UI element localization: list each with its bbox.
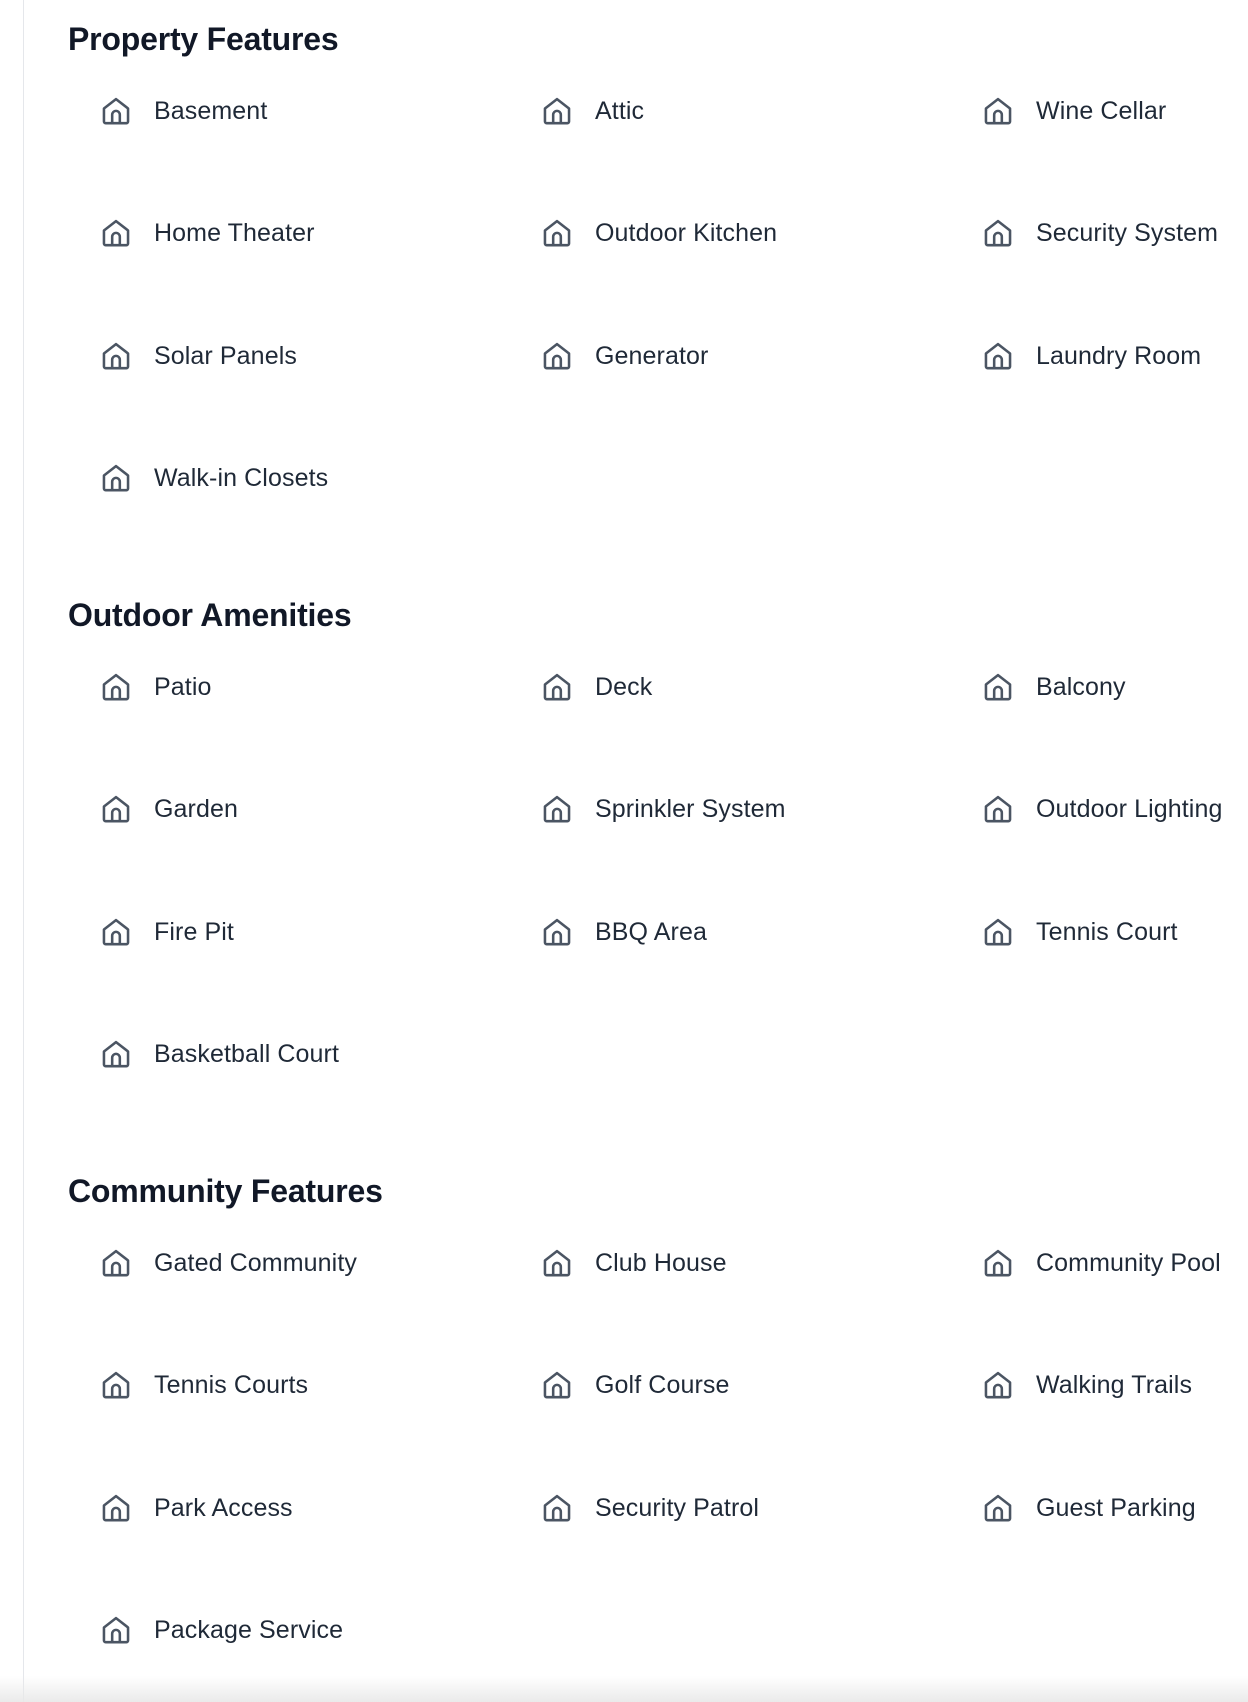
feature-label: Guest Parking [1036,1494,1196,1522]
home-icon [98,1490,134,1526]
home-icon [98,914,134,950]
home-icon [98,1612,134,1648]
home-icon [980,914,1016,950]
home-icon [98,791,134,827]
feature-label: Patio [154,673,212,701]
feature-label: Tennis Court [1036,918,1178,946]
feature-label: Community Pool [1036,1249,1221,1277]
feature-label: Security Patrol [595,1494,760,1522]
feature-item-laundry-room: Laundry Room [980,336,1201,376]
features-page: Property Features Basement Attic Wine Cell… [0,0,1248,1702]
feature-label: Security System [1036,219,1219,247]
feature-item-outdoor-lighting: Outdoor Lighting [980,789,1222,829]
feature-label: Basement [154,97,268,125]
feature-label: Fire Pit [154,918,234,946]
feature-label: Deck [595,673,653,701]
home-icon [980,93,1016,129]
feature-label: Solar Panels [154,342,297,370]
home-icon [980,1490,1016,1526]
feature-item-solar-panels: Solar Panels [98,336,297,376]
feature-item-community-pool: Community Pool [980,1243,1221,1283]
home-icon [98,1245,134,1281]
feature-item-tennis-court: Tennis Court [980,912,1178,952]
feature-label: Attic [595,97,645,125]
feature-label: Outdoor Kitchen [595,219,778,247]
feature-item-sprinkler-system: Sprinkler System [539,789,786,829]
feature-label: Home Theater [154,219,315,247]
feature-item-golf-course: Golf Course [539,1365,730,1405]
home-icon [539,1245,575,1281]
feature-item-walking-trails: Walking Trails [980,1365,1192,1405]
home-icon [539,914,575,950]
section-community-features: Community Features Gated Community Club H… [68,1171,1248,1644]
feature-item-garden: Garden [98,789,238,829]
home-icon [980,1367,1016,1403]
feature-item-gated-community: Gated Community [98,1243,357,1283]
feature-item-outdoor-kitchen: Outdoor Kitchen [539,213,777,253]
feature-label: Walking Trails [1036,1371,1193,1399]
feature-item-home-theater: Home Theater [98,213,315,253]
feature-label: Gated Community [154,1249,357,1277]
section-title: Community Features [68,1173,383,1209]
feature-item-basketball-court: Basketball Court [98,1034,339,1074]
feature-label: Outdoor Lighting [1036,795,1223,823]
home-icon [98,1036,134,1072]
feature-label: Wine Cellar [1036,97,1167,125]
feature-label: Generator [595,342,709,370]
feature-item-bbq-area: BBQ Area [539,912,707,952]
feature-item-walk-in-closets: Walk-in Closets [98,458,328,498]
feature-label: Tennis Courts [154,1371,309,1399]
feature-item-balcony: Balcony [980,667,1126,707]
home-icon [980,338,1016,374]
home-icon [98,338,134,374]
feature-item-attic: Attic [539,91,644,131]
home-icon [539,1490,575,1526]
home-icon [98,215,134,251]
section-property-features: Property Features Basement Attic Wine Cell… [68,19,1248,492]
feature-label: Sprinkler System [595,795,786,823]
feature-item-basement: Basement [98,91,267,131]
feature-item-tennis-courts: Tennis Courts [98,1365,308,1405]
feature-label: Club House [595,1249,727,1277]
feature-label: Basketball Court [154,1040,340,1068]
feature-label: Park Access [154,1494,293,1522]
feature-item-wine-cellar: Wine Cellar [980,91,1166,131]
feature-item-park-access: Park Access [98,1488,293,1528]
home-icon [539,338,575,374]
home-icon [539,1367,575,1403]
feature-item-deck: Deck [539,667,652,707]
home-icon [98,460,134,496]
home-icon [98,1367,134,1403]
home-icon [980,215,1016,251]
section-title: Property Features [68,21,339,57]
feature-item-generator: Generator [539,336,708,376]
left-divider [23,0,24,1702]
feature-label: Garden [154,795,238,823]
feature-item-guest-parking: Guest Parking [980,1488,1196,1528]
feature-item-security-patrol: Security Patrol [539,1488,759,1528]
home-icon [980,791,1016,827]
home-icon [98,669,134,705]
feature-label: Package Service [154,1616,344,1644]
feature-label: Walk-in Closets [154,464,329,492]
feature-item-patio: Patio [98,667,211,707]
home-icon [539,791,575,827]
home-icon [539,669,575,705]
home-icon [980,1245,1016,1281]
section-title: Outdoor Amenities [68,597,352,633]
feature-item-club-house: Club House [539,1243,727,1283]
feature-item-fire-pit: Fire Pit [98,912,234,952]
feature-item-package-service: Package Service [98,1610,343,1650]
home-icon [980,669,1016,705]
bottom-shadow [0,1676,1248,1702]
feature-item-security-system: Security System [980,213,1218,253]
feature-label: Laundry Room [1036,342,1202,370]
feature-label: Golf Course [595,1371,730,1399]
section-outdoor-amenities: Outdoor Amenities Patio Deck Balcony Garden… [68,595,1248,1068]
home-icon [98,93,134,129]
home-icon [539,215,575,251]
feature-label: BBQ Area [595,918,707,946]
home-icon [539,93,575,129]
feature-label: Balcony [1036,673,1126,701]
